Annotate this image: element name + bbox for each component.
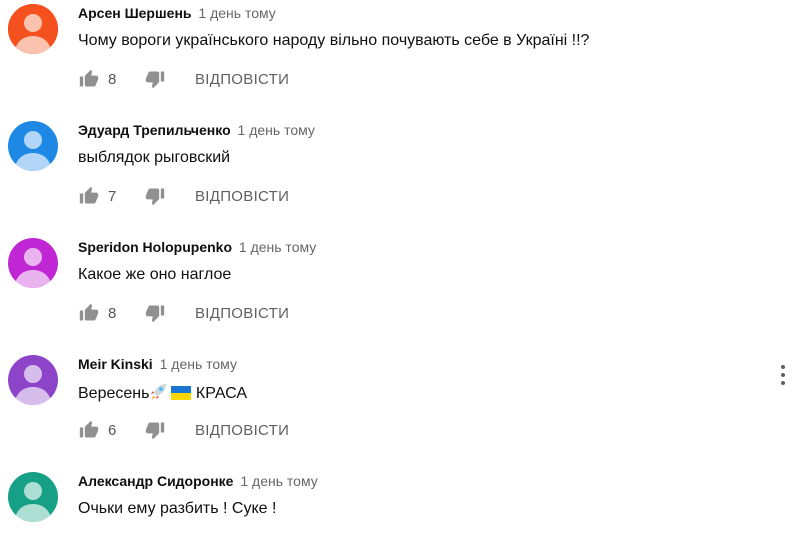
comment-time[interactable]: 1 день тому (239, 239, 316, 255)
ukraine-flag-icon (171, 386, 192, 400)
comment-text-main: Вересень (78, 385, 150, 402)
comment-text: Чому вороги українського народу вільно п… (78, 32, 590, 49)
user-silhouette-icon (8, 355, 58, 405)
like-button[interactable] (78, 419, 100, 441)
comment-text: Какое же оно наглое (78, 266, 232, 283)
avatar[interactable] (8, 472, 58, 522)
comment-time[interactable]: 1 день тому (198, 5, 275, 21)
comment-header: Эдуард Трепильченко 1 день тому (78, 121, 315, 139)
like-button[interactable] (78, 185, 100, 207)
user-silhouette-icon (8, 121, 58, 171)
reply-button[interactable]: ВІДПОВІСТИ (195, 305, 289, 322)
comment-item: Meir Kinski 1 день тому Вересень КРАСА 6 (0, 351, 807, 468)
user-silhouette-icon (8, 4, 58, 54)
comment-actions: 7 ВІДПОВІСТИ (78, 183, 289, 209)
user-silhouette-icon (8, 472, 58, 522)
comment-header: Арсен Шершень 1 день тому (78, 4, 276, 22)
reply-button[interactable]: ВІДПОВІСТИ (195, 422, 289, 439)
comment-actions: 8 ВІДПОВІСТИ (78, 66, 289, 92)
author-name[interactable]: Speridon Holopupenko (78, 239, 232, 255)
dislike-button[interactable] (144, 419, 166, 441)
avatar[interactable] (8, 355, 58, 405)
rocket-icon (151, 384, 167, 400)
reply-button[interactable]: ВІДПОВІСТИ (195, 188, 289, 205)
comment-text: Очьки ему разбить ! Суке ! (78, 500, 277, 517)
comment-item: Александр Сидоронке 1 день тому Очьки ем… (0, 468, 807, 536)
comment-text: Вересень КРАСА (78, 381, 247, 405)
comment-actions: 6 ВІДПОВІСТИ (78, 417, 289, 443)
avatar[interactable] (8, 238, 58, 288)
thumbs-down-icon (145, 71, 165, 89)
like-button[interactable] (78, 68, 100, 90)
comment-time[interactable]: 1 день тому (160, 356, 237, 372)
avatar[interactable] (8, 121, 58, 171)
author-name[interactable]: Арсен Шершень (78, 5, 192, 21)
more-vert-icon (781, 381, 785, 385)
more-vert-icon (781, 365, 785, 369)
like-count: 7 (108, 187, 117, 205)
thumbs-up-icon (79, 420, 99, 438)
comment-header: Александр Сидоронке 1 день тому (78, 472, 318, 490)
comment-item: Эдуард Трепильченко 1 день тому выблядок… (0, 117, 807, 234)
dislike-button[interactable] (144, 302, 166, 324)
comment-item: Speridon Holopupenko 1 день тому Какое ж… (0, 234, 807, 351)
thumbs-up-icon (79, 303, 99, 321)
thumbs-down-icon (145, 305, 165, 323)
thumbs-down-icon (145, 422, 165, 440)
thumbs-up-icon (79, 69, 99, 87)
comment-header: Meir Kinski 1 день тому (78, 355, 237, 373)
author-name[interactable]: Александр Сидоронке (78, 473, 233, 489)
comment-text-tail: КРАСА (195, 385, 248, 402)
comments-list: Арсен Шершень 1 день тому Чому вороги ук… (0, 0, 807, 536)
like-count: 8 (108, 70, 117, 88)
avatar[interactable] (8, 4, 58, 54)
comment-time[interactable]: 1 день тому (238, 122, 315, 138)
like-count: 8 (108, 304, 117, 322)
dislike-button[interactable] (144, 185, 166, 207)
thumbs-up-icon (79, 186, 99, 204)
comment-item: Арсен Шершень 1 день тому Чому вороги ук… (0, 0, 807, 117)
author-name[interactable]: Эдуард Трепильченко (78, 122, 231, 138)
comment-header: Speridon Holopupenko 1 день тому (78, 238, 316, 256)
comment-actions: 8 ВІДПОВІСТИ (78, 300, 289, 326)
like-button[interactable] (78, 302, 100, 324)
thumbs-down-icon (145, 188, 165, 206)
like-count: 6 (108, 421, 117, 439)
comment-text: выблядок рыговский (78, 149, 231, 166)
user-silhouette-icon (8, 238, 58, 288)
reply-button[interactable]: ВІДПОВІСТИ (195, 71, 289, 88)
more-vert-icon (781, 373, 785, 377)
more-actions-button[interactable] (775, 361, 791, 389)
author-name[interactable]: Meir Kinski (78, 356, 153, 372)
comment-time[interactable]: 1 день тому (240, 473, 317, 489)
dislike-button[interactable] (144, 68, 166, 90)
